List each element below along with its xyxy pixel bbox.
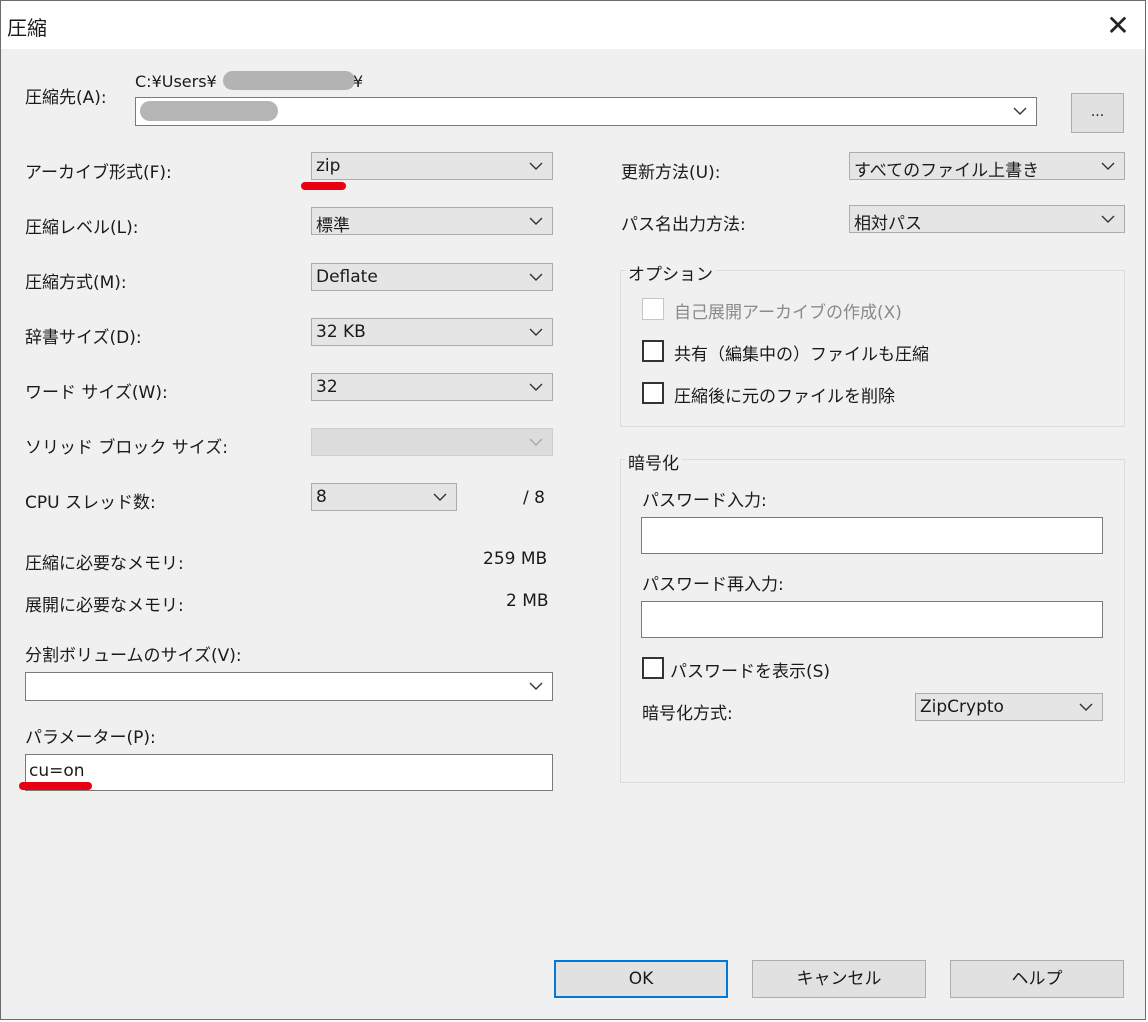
password-reenter-label: パスワード再入力: (642, 575, 784, 595)
close-icon[interactable]: ✕ (1101, 9, 1135, 43)
destination-label: 圧縮先(A): (25, 88, 107, 108)
archive-format-value: zip (316, 156, 341, 176)
split-volume-combobox[interactable] (25, 672, 553, 701)
chevron-down-icon (1101, 162, 1115, 170)
title-bar: 圧縮 ✕ (1, 1, 1145, 49)
chevron-down-icon (1013, 107, 1027, 115)
cpu-threads-total: / 8 (523, 488, 545, 508)
chevron-down-icon (529, 273, 543, 281)
memory-compress-label: 圧縮に必要なメモリ: (25, 554, 184, 574)
archive-format-select[interactable]: zip (311, 152, 553, 180)
encryption-method-label: 暗号化方式: (642, 704, 733, 724)
archive-format-label: アーカイブ形式(F): (25, 163, 172, 183)
update-mode-label: 更新方法(U): (621, 163, 721, 183)
window-title: 圧縮 (7, 16, 47, 40)
chevron-down-icon (529, 162, 543, 170)
cancel-button[interactable]: キャンセル (752, 960, 926, 998)
destination-path-suffix: ¥ (353, 72, 364, 91)
ok-button[interactable]: OK (554, 960, 728, 998)
destination-combobox[interactable] (135, 97, 1037, 126)
show-password-label: パスワードを表示(S) (670, 662, 831, 682)
encryption-group-title: 暗号化 (625, 449, 682, 474)
destination-path-prefix: C:¥Users¥ (135, 72, 217, 91)
shared-files-label: 共有（編集中の）ファイルも圧縮 (674, 345, 929, 365)
chevron-down-icon (529, 328, 543, 336)
show-password-checkbox[interactable] (642, 657, 664, 679)
chevron-down-icon (529, 217, 543, 225)
compression-level-select[interactable]: 標準 (311, 207, 553, 236)
memory-decompress-value: 2 MB (506, 591, 549, 611)
parameters-input[interactable]: cu=on (25, 754, 553, 791)
password-label: パスワード入力: (642, 491, 767, 511)
chevron-down-icon (529, 383, 543, 391)
password-input[interactable] (641, 517, 1103, 554)
sfx-label: 自己展開アーカイブの作成(X) (674, 303, 902, 323)
sfx-checkbox (642, 298, 664, 320)
encryption-method-value: ZipCrypto (920, 697, 1004, 717)
dictionary-size-label: 辞書サイズ(D): (25, 328, 142, 348)
parameters-value: cu=on (29, 761, 85, 781)
options-group-title: オプション (625, 260, 716, 285)
redacted-username (223, 71, 355, 90)
compression-level-label: 圧縮レベル(L): (25, 218, 139, 238)
parameters-label: パラメーター(P): (25, 728, 156, 748)
compression-method-select[interactable]: Deflate (311, 263, 553, 291)
word-size-label: ワード サイズ(W): (25, 383, 168, 403)
chevron-down-icon (1101, 215, 1115, 223)
memory-compress-value: 259 MB (483, 549, 548, 569)
encryption-method-select[interactable]: ZipCrypto (915, 693, 1103, 721)
red-annotation-underline (19, 782, 92, 790)
chevron-down-icon (529, 682, 543, 690)
redacted-filename (140, 101, 278, 121)
compress-dialog: 圧縮 ✕ 圧縮先(A): C:¥Users¥ ¥ ... アーカイブ形式(F):… (0, 0, 1146, 1020)
cpu-threads-select[interactable]: 8 (311, 483, 457, 511)
path-mode-select[interactable]: 相対パス (849, 205, 1125, 234)
red-annotation-underline (301, 182, 346, 190)
dictionary-size-select[interactable]: 32 KB (311, 318, 553, 346)
solid-block-size-select (311, 428, 553, 456)
delete-after-checkbox[interactable] (642, 382, 664, 404)
memory-decompress-label: 展開に必要なメモリ: (25, 596, 184, 616)
compression-level-value: 標準 (316, 216, 350, 236)
help-button[interactable]: ヘルプ (950, 960, 1124, 998)
dictionary-size-value: 32 KB (316, 322, 366, 342)
solid-block-size-label: ソリッド ブロック サイズ: (25, 438, 229, 458)
split-volume-label: 分割ボリュームのサイズ(V): (25, 646, 242, 666)
compression-method-value: Deflate (316, 267, 378, 287)
shared-files-checkbox[interactable] (642, 340, 664, 362)
word-size-select[interactable]: 32 (311, 373, 553, 401)
update-mode-value: すべてのファイル上書き (854, 161, 1040, 181)
path-mode-label: パス名出力方法: (621, 215, 746, 235)
word-size-value: 32 (316, 377, 338, 397)
compression-method-label: 圧縮方式(M): (25, 273, 127, 293)
update-mode-select[interactable]: すべてのファイル上書き (849, 152, 1125, 181)
chevron-down-icon (1079, 703, 1093, 711)
cpu-threads-label: CPU スレッド数: (25, 493, 156, 513)
chevron-down-icon (529, 438, 543, 446)
cpu-threads-value: 8 (316, 487, 327, 507)
delete-after-label: 圧縮後に元のファイルを削除 (674, 387, 895, 407)
chevron-down-icon (433, 493, 447, 501)
path-mode-value: 相対パス (854, 214, 922, 234)
password-reenter-input[interactable] (641, 601, 1103, 638)
browse-button[interactable]: ... (1071, 93, 1124, 133)
